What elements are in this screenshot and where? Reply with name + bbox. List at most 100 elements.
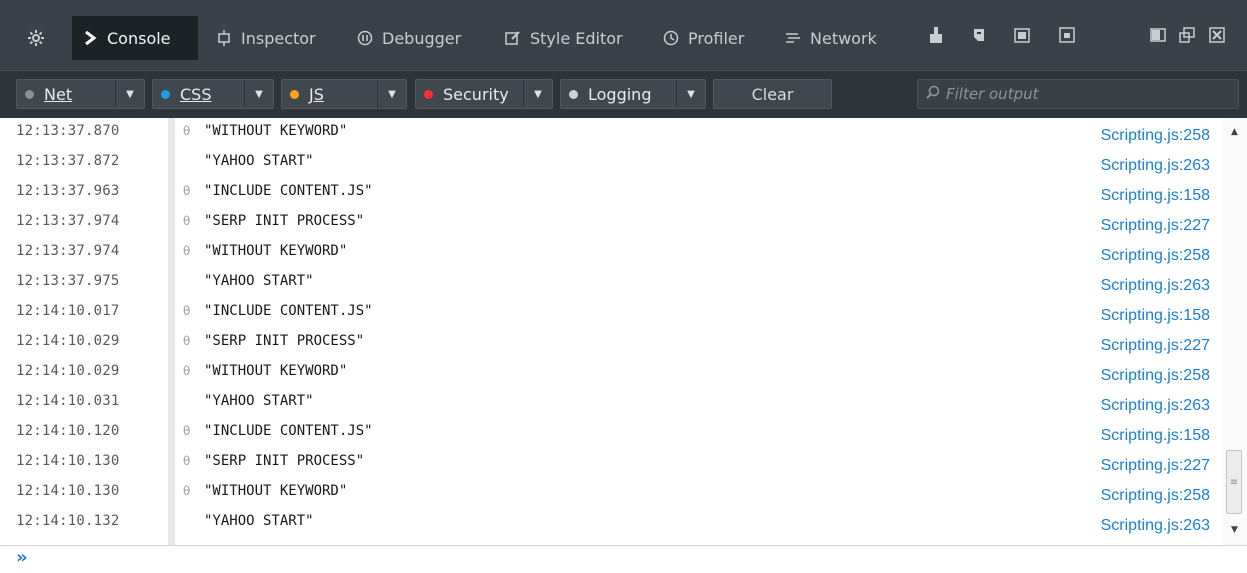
log-message: "INCLUDE CONTENT.JS" [204,423,373,439]
log-timestamp: 12:13:37.975 [16,273,120,289]
chevron-down-icon[interactable]: ▼ [115,80,144,108]
undock-icon[interactable] [1178,26,1196,44]
devtools-toolbar: Console Inspector Debugger Style Editor … [0,0,1247,71]
log-source-link[interactable]: Scripting.js:158 [1101,307,1210,325]
js-status-dot [290,89,299,99]
log-category-icon: θ [183,484,191,498]
prompt-chevron-icon: » [16,547,28,568]
filter-logging-button[interactable]: Logging ▼ [560,79,706,109]
log-row: 12:13:37.974 θ "WITHOUT KEYWORD" Scripting.… [0,240,1222,270]
log-timestamp: 12:14:10.017 [16,303,120,319]
log-timestamp: 12:14:10.132 [16,513,120,529]
chevron-down-icon[interactable]: ▼ [523,80,552,108]
inspector-icon [216,30,232,46]
paintbrush-icon[interactable] [927,26,945,44]
filter-css-button[interactable]: CSS ▼ [152,79,274,109]
network-icon [785,30,801,46]
chevron-down-icon[interactable]: ▼ [244,80,273,108]
pencil-icon [505,30,521,46]
tab-style-editor[interactable]: Style Editor [495,16,645,60]
scrollbar[interactable]: ▲ ≡ ▼ [1222,118,1247,545]
debugger-icon [357,30,373,46]
log-source-link[interactable]: Scripting.js:227 [1101,217,1210,235]
console-output: 12:13:37.870 θ "WITHOUT KEYWORD" Scripting.… [0,118,1247,545]
filter-css-label: CSS [180,84,212,104]
scroll-up-icon[interactable]: ▲ [1222,122,1247,142]
log-row: 12:13:37.975 "YAHOO START" Scripting.js:26… [0,270,1222,300]
log-source-link[interactable]: Scripting.js:263 [1101,397,1210,415]
tab-label: Network [810,28,877,48]
log-source-link[interactable]: Scripting.js:227 [1101,457,1210,475]
log-timestamp: 12:13:37.870 [16,123,120,139]
log-category-icon: θ [183,424,191,438]
chevron-right-icon [82,30,98,46]
scroll-down-icon[interactable]: ▼ [1222,520,1247,540]
log-message: "YAHOO START" [204,513,314,529]
log-timestamp: 12:14:10.029 [16,363,120,379]
log-source-link[interactable]: Scripting.js:258 [1101,127,1210,145]
tab-profiler[interactable]: Profiler [653,16,765,60]
log-row: 12:13:37.963 θ "INCLUDE CONTENT.JS" Scripti… [0,180,1222,210]
log-message: "SERP INIT PROCESS" [204,453,365,469]
search-icon [926,85,940,99]
filter-security-label: Security [443,84,509,104]
close-icon[interactable] [1208,26,1226,44]
log-source-link[interactable]: Scripting.js:263 [1101,277,1210,295]
log-row: 12:14:10.132 "YAHOO START" Scripting.js:26… [0,510,1222,540]
log-message: "WITHOUT KEYWORD" [204,123,348,139]
log-row: 12:13:37.870 θ "WITHOUT KEYWORD" Scripting.… [0,120,1222,150]
log-category-icon: θ [183,334,191,348]
tab-label: Console [107,28,171,48]
chevron-down-icon[interactable]: ▼ [676,80,705,108]
console-filter-bar: Net ▼ CSS ▼ JS ▼ Security ▼ Logging ▼ Cl… [0,70,1247,119]
tab-debugger[interactable]: Debugger [347,16,487,60]
filter-security-button[interactable]: Security ▼ [415,79,553,109]
log-category-icon: θ [183,304,191,318]
responsive-mode-icon[interactable] [1013,26,1031,44]
filter-net-button[interactable]: Net ▼ [16,79,145,109]
scrollbar-thumb[interactable]: ≡ [1226,450,1242,514]
log-timestamp: 12:14:10.031 [16,393,120,409]
log-category-icon: θ [183,184,191,198]
screenshot-icon[interactable] [1058,26,1076,44]
dock-side-icon[interactable] [1149,26,1167,44]
log-timestamp: 12:13:37.974 [16,243,120,259]
logging-status-dot [569,89,578,99]
clear-button[interactable]: Clear [713,79,832,109]
log-timestamp: 12:13:37.872 [16,153,120,169]
log-message: "SERP INIT PROCESS" [204,333,365,349]
css-status-dot [161,89,170,99]
security-status-dot [424,89,433,99]
tab-network[interactable]: Network [775,16,903,60]
gear-icon [28,30,44,46]
chevron-down-icon[interactable]: ▼ [377,80,406,108]
log-source-link[interactable]: Scripting.js:263 [1101,157,1210,175]
log-source-link[interactable]: Scripting.js:158 [1101,187,1210,205]
log-source-link[interactable]: Scripting.js:258 [1101,367,1210,385]
filter-output-input[interactable] [917,79,1239,109]
log-timestamp: 12:14:10.120 [16,423,120,439]
log-row: 12:14:10.031 "YAHOO START" Scripting.js:26… [0,390,1222,420]
tab-console[interactable]: Console [72,16,198,60]
log-category-icon: θ [183,364,191,378]
clear-button-label: Clear [751,84,794,104]
log-row: 12:14:10.130 θ "WITHOUT KEYWORD" Scripting.… [0,480,1222,510]
log-source-link[interactable]: Scripting.js:263 [1101,517,1210,535]
log-message: "SERP INIT PROCESS" [204,213,365,229]
console-input[interactable]: » [0,545,1247,573]
log-source-link[interactable]: Scripting.js:258 [1101,487,1210,505]
filter-net-label: Net [44,84,73,104]
filter-js-button[interactable]: JS ▼ [281,79,407,109]
log-source-link[interactable]: Scripting.js:158 [1101,427,1210,445]
log-message: "INCLUDE CONTENT.JS" [204,183,373,199]
log-category-icon: θ [183,244,191,258]
log-source-link[interactable]: Scripting.js:258 [1101,247,1210,265]
log-message: "INCLUDE CONTENT.JS" [204,303,373,319]
log-timestamp: 12:14:10.130 [16,483,120,499]
tab-inspector[interactable]: Inspector [206,16,339,60]
log-row: 12:14:10.120 θ "INCLUDE CONTENT.JS" Scripti… [0,420,1222,450]
log-source-link[interactable]: Scripting.js:227 [1101,337,1210,355]
filter-js-label: JS [309,84,324,104]
scratchpad-icon[interactable] [971,26,989,44]
tab-settings[interactable] [16,16,56,60]
